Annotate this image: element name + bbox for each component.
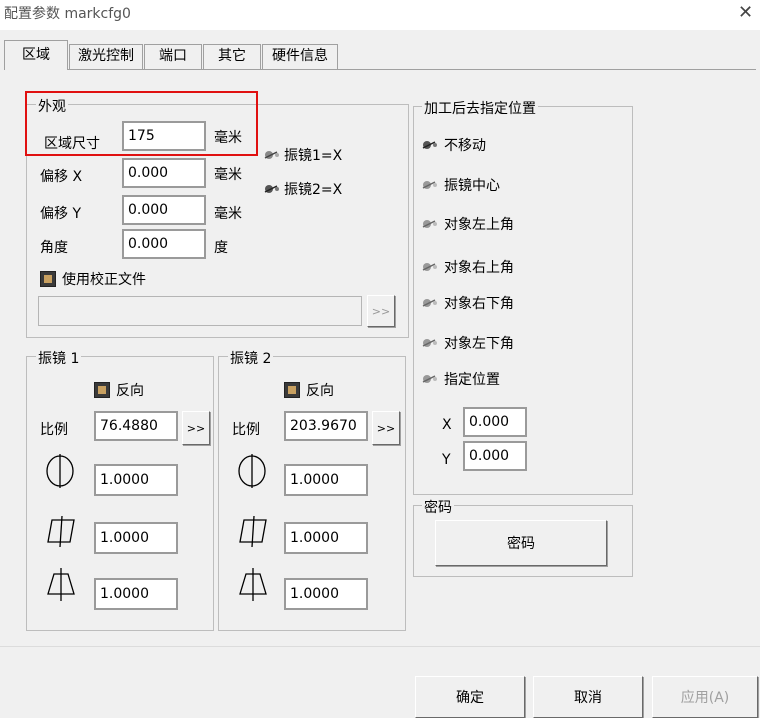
offset-x-unit: 毫米 [214, 167, 242, 183]
galvo1-trapezoid-icon [47, 568, 75, 601]
galvo1-scale-label: 比例 [40, 422, 68, 438]
galvo1-scale-button[interactable]: >> [182, 411, 210, 445]
galvo2-trapezoid-input[interactable] [284, 578, 368, 610]
tab-area[interactable]: 区域 [4, 40, 68, 70]
after-process-option-label: 对象左下角 [444, 336, 514, 352]
target-y-label: Y [442, 452, 451, 468]
galvo2-parallelogram-icon [239, 516, 267, 548]
galvo1-group-title: 振镜 1 [36, 348, 82, 368]
target-x-input[interactable] [463, 407, 527, 437]
close-icon[interactable]: ✕ [738, 2, 753, 23]
radio-option-icon[interactable] [420, 296, 440, 310]
angle-label: 角度 [40, 240, 68, 256]
radio-option-icon[interactable] [420, 178, 440, 192]
tab-other[interactable]: 其它 [203, 44, 261, 69]
galvo1-circle-input[interactable] [94, 464, 178, 496]
offset-x-label: 偏移 X [40, 169, 83, 185]
apply-button[interactable]: 应用(A) [652, 676, 758, 718]
galvo1-reverse-checkbox-icon[interactable] [94, 382, 110, 398]
ok-button[interactable]: 确定 [415, 676, 525, 718]
offset-y-label: 偏移 Y [40, 206, 82, 222]
target-y-input[interactable] [463, 441, 527, 471]
galvo2-circle-input[interactable] [284, 464, 368, 496]
after-process-option-label: 不移动 [444, 138, 486, 154]
after-process-option-label: 对象右上角 [444, 260, 514, 276]
galvo2-reverse-label: 反向 [306, 383, 334, 399]
cancel-button[interactable]: 取消 [533, 676, 643, 718]
galvo1-trapezoid-input[interactable] [94, 578, 178, 610]
galvo1-reverse-label: 反向 [116, 383, 144, 399]
after-process-option-label: 振镜中心 [444, 178, 500, 194]
galvo2-circle-icon [238, 454, 266, 488]
galvo2-reverse-checkbox-icon[interactable] [284, 382, 300, 398]
galvo2-group-title: 振镜 2 [228, 348, 274, 368]
after-process-option-label: 对象左上角 [444, 217, 514, 233]
tab-hardware-info[interactable]: 硬件信息 [262, 44, 338, 69]
radio-option-icon[interactable] [420, 217, 440, 231]
offset-x-input[interactable] [122, 158, 206, 188]
radio-galvo2-icon[interactable] [262, 182, 282, 196]
correction-file-input[interactable] [38, 296, 362, 326]
after-process-option-label: 对象右下角 [444, 296, 514, 312]
radio-option-icon[interactable] [420, 260, 440, 274]
galvo2-parallelogram-input[interactable] [284, 522, 368, 554]
password-group-title: 密码 [422, 497, 454, 517]
galvo1-parallelogram-icon [47, 516, 75, 548]
angle-input[interactable] [122, 229, 206, 259]
tab-port[interactable]: 端口 [144, 44, 202, 69]
galvo2-trapezoid-icon [239, 568, 267, 601]
galvo1-parallelogram-input[interactable] [94, 522, 178, 554]
galvo1-circle-icon [46, 454, 74, 488]
checkbox-icon[interactable] [40, 271, 56, 287]
window-title: 配置参数 markcfg0 [4, 6, 131, 22]
galvo2-x-label: 振镜2=X [284, 182, 343, 198]
galvo2-scale-label: 比例 [232, 422, 260, 438]
galvo2-scale-input[interactable] [284, 411, 368, 441]
angle-unit: 度 [214, 240, 228, 256]
radio-option-icon[interactable] [420, 138, 440, 152]
highlight-box [25, 91, 258, 156]
use-correction-label: 使用校正文件 [62, 272, 146, 288]
galvo1-x-label: 振镜1=X [284, 148, 343, 164]
footer-divider [0, 646, 760, 647]
password-button[interactable]: 密码 [435, 520, 607, 566]
offset-y-input[interactable] [122, 195, 206, 225]
target-x-label: X [442, 417, 452, 433]
radio-galvo1-icon[interactable] [262, 148, 282, 162]
browse-correction-button[interactable]: >> [367, 295, 395, 327]
offset-y-unit: 毫米 [214, 206, 242, 222]
after-process-group-title: 加工后去指定位置 [422, 98, 538, 118]
tab-laser-control[interactable]: 激光控制 [69, 44, 143, 69]
tab-bar-divider [4, 69, 756, 70]
radio-option-icon[interactable] [420, 336, 440, 350]
after-process-option-label: 指定位置 [444, 372, 500, 388]
galvo1-scale-input[interactable] [94, 411, 178, 441]
radio-option-icon[interactable] [420, 372, 440, 386]
galvo2-scale-button[interactable]: >> [372, 411, 400, 445]
